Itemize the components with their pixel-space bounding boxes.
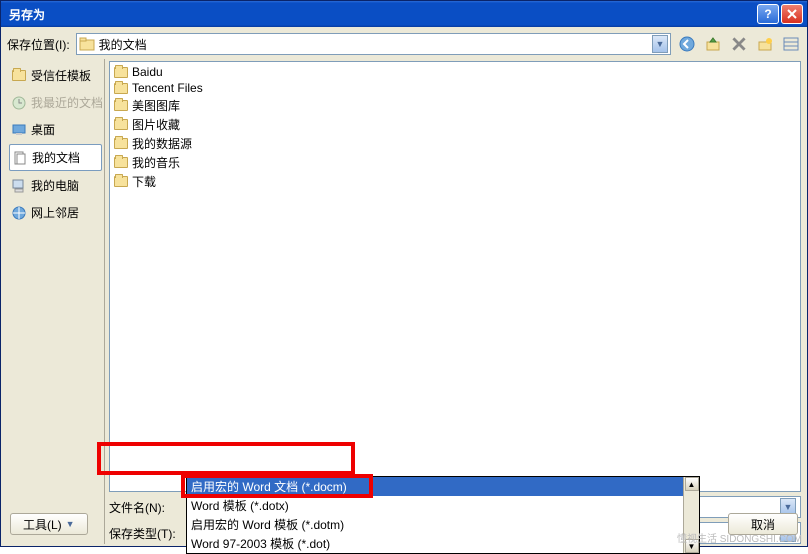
folder-icon <box>114 176 128 187</box>
desktop-icon <box>11 122 27 138</box>
file-label: 我的数据源 <box>132 135 192 152</box>
list-item[interactable]: 我的数据源 <box>112 134 798 153</box>
folder-icon <box>114 83 128 94</box>
documents-icon <box>12 150 28 166</box>
folder-icon <box>11 68 27 84</box>
chevron-down-icon: ▼ <box>66 519 75 529</box>
sidebar-item-my-documents[interactable]: 我的文档 <box>9 144 102 171</box>
list-item[interactable]: Baidu <box>112 64 798 80</box>
file-label: 美图图库 <box>132 97 180 114</box>
close-button[interactable] <box>781 4 803 24</box>
tools-label: 工具(L) <box>23 516 62 533</box>
dropdown-option[interactable]: Word 模板 (*.dotx) <box>187 496 699 515</box>
file-label: 下载 <box>132 173 156 190</box>
watermark: 懂视生活 SIDONGSHI.COM <box>677 530 802 545</box>
list-item[interactable]: 图片收藏 <box>112 115 798 134</box>
folder-icon <box>114 138 128 149</box>
folder-icon <box>114 119 128 130</box>
sidebar-item-label: 网上邻居 <box>31 204 100 221</box>
up-icon[interactable] <box>703 34 723 54</box>
folder-icon <box>114 157 128 168</box>
dropdown-option[interactable]: 启用宏的 Word 模板 (*.dotm) <box>187 515 699 534</box>
highlight-box <box>97 442 355 475</box>
file-label: Baidu <box>132 65 163 79</box>
list-item[interactable]: Tencent Files <box>112 80 798 96</box>
tools-button[interactable]: 工具(L) ▼ <box>10 513 88 535</box>
highlight-box <box>181 474 373 498</box>
file-list[interactable]: Baidu Tencent Files 美图图库 图片收藏 我的数据源 我的音乐… <box>109 61 801 492</box>
location-value: 我的文档 <box>99 36 652 53</box>
help-button[interactable]: ? <box>757 4 779 24</box>
places-sidebar: 受信任模板 我最近的文档 桌面 我的文档 我的电脑 <box>7 59 105 544</box>
dropdown-option[interactable]: Word 97-2003 模板 (*.dot) <box>187 534 699 553</box>
folder-icon <box>114 100 128 111</box>
list-item[interactable]: 下载 <box>112 172 798 191</box>
location-dropdown-arrow[interactable]: ▼ <box>652 35 668 53</box>
network-icon <box>11 205 27 221</box>
recent-icon <box>11 95 27 111</box>
sidebar-item-my-computer[interactable]: 我的电脑 <box>9 173 102 198</box>
views-icon[interactable] <box>781 34 801 54</box>
folder-icon <box>114 67 128 78</box>
window-title: 另存为 <box>5 6 757 23</box>
sidebar-item-label: 我最近的文档 <box>31 94 103 111</box>
file-label: 图片收藏 <box>132 116 180 133</box>
sidebar-item-network[interactable]: 网上邻居 <box>9 200 102 225</box>
folder-icon <box>79 36 95 52</box>
sidebar-item-trusted-templates[interactable]: 受信任模板 <box>9 63 102 88</box>
delete-icon[interactable] <box>729 34 749 54</box>
list-item[interactable]: 美图图库 <box>112 96 798 115</box>
location-label: 保存位置(I): <box>7 36 70 53</box>
computer-icon <box>11 178 27 194</box>
sidebar-item-label: 桌面 <box>31 121 100 138</box>
back-icon[interactable] <box>677 34 697 54</box>
sidebar-item-desktop[interactable]: 桌面 <box>9 117 102 142</box>
sidebar-item-recent[interactable]: 我最近的文档 <box>9 90 102 115</box>
scroll-up-icon[interactable]: ▲ <box>685 477 699 491</box>
location-combo[interactable]: 我的文档 ▼ <box>76 33 671 55</box>
titlebar: 另存为 ? <box>1 1 807 27</box>
sidebar-item-label: 受信任模板 <box>31 67 100 84</box>
list-item[interactable]: 我的音乐 <box>112 153 798 172</box>
file-label: Tencent Files <box>132 81 203 95</box>
sidebar-item-label: 我的文档 <box>32 149 99 166</box>
sidebar-item-label: 我的电脑 <box>31 177 100 194</box>
new-folder-icon[interactable] <box>755 34 775 54</box>
file-label: 我的音乐 <box>132 154 180 171</box>
